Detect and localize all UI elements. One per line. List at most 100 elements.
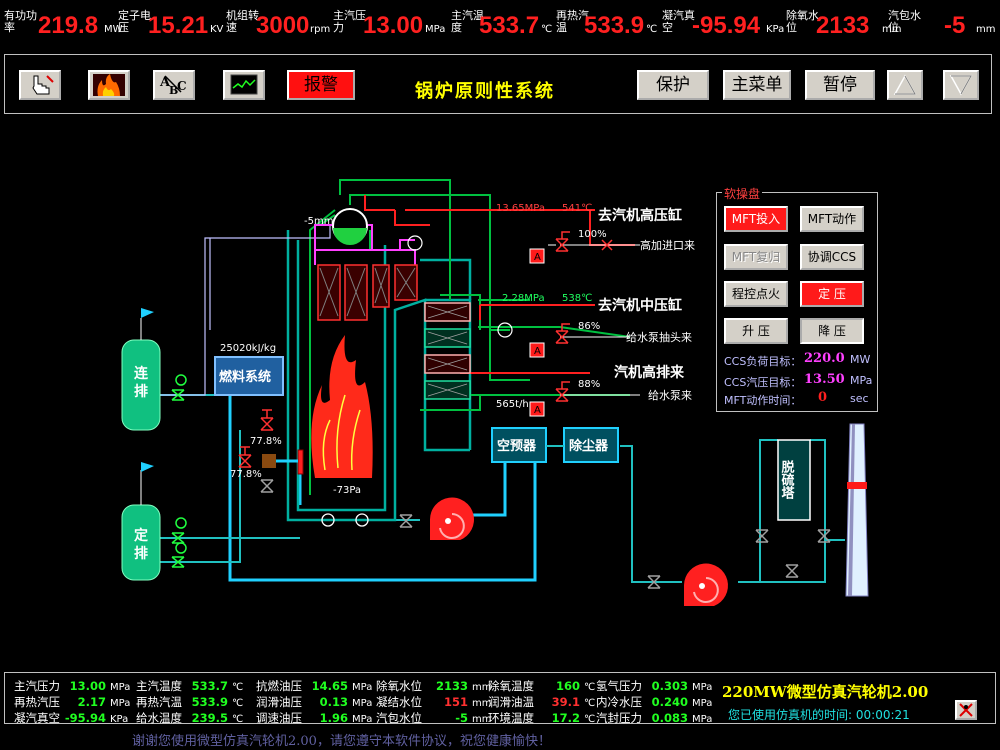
status-unit: ℃	[232, 682, 244, 693]
feedwater-tap-label: 给水泵抽头来	[626, 330, 692, 344]
exit-icon[interactable]	[955, 700, 977, 720]
metric-reheat-temp: 再热汽温 533.9 ℃	[556, 6, 662, 46]
feedwater-valve[interactable]	[555, 381, 570, 402]
status-value: 0.13	[319, 695, 348, 709]
arrow-up-icon[interactable]	[887, 70, 923, 100]
furnace-flame	[311, 335, 373, 478]
metric-unit: rpm	[310, 24, 331, 35]
status-label: 内冷水压	[596, 695, 642, 709]
top-metrics-bar: 有功功率 219.8 MW 定子电压 15.21 KV 机组转速 3000 rp…	[0, 0, 1000, 48]
induced-draft-fan	[684, 563, 728, 606]
metric-deaerator-level: 除氧水位 2133 mm	[786, 6, 901, 46]
status-cell: 抗燃油压 14.65 MPa	[256, 678, 372, 694]
status-label: 汽包水位	[376, 711, 422, 725]
status-value: -5	[455, 711, 468, 725]
protect-button[interactable]: 保护	[637, 70, 709, 100]
fixed-pressure-button[interactable]: 定 压	[800, 281, 864, 307]
status-unit: ℃	[584, 714, 596, 725]
status-unit: MPa	[352, 682, 373, 693]
status-label: 润滑油温	[488, 695, 534, 709]
metric-condenser-vacuum: 凝汽真空 -95.94 KPa	[662, 6, 786, 46]
alarm-button[interactable]: 报警	[287, 70, 355, 100]
hp-valve-pct: 100%	[578, 229, 607, 240]
mft-reset-button[interactable]: MFT复归	[724, 244, 788, 270]
status-cell: 汽包水位 -5 mm	[376, 710, 491, 726]
air-valve[interactable]	[260, 479, 274, 493]
status-cell: 主汽压力 13.00 MPa	[14, 678, 130, 694]
hp-heater-inlet-label: 高加进口来	[640, 238, 695, 252]
air-preheater-label: 空预器	[497, 438, 537, 454]
coord-ccs-button[interactable]: 协调CCS	[800, 244, 864, 270]
mft-time-label: MFT动作时间：	[724, 394, 802, 407]
abc-text-icon[interactable]: ABC	[153, 70, 195, 100]
status-value: 39.1	[551, 695, 580, 709]
periodic-blowdown-tank	[121, 462, 161, 581]
mft-act-button[interactable]: MFT动作	[800, 206, 864, 232]
status-value: 0.240	[651, 695, 688, 709]
status-label: 汽封压力	[596, 711, 642, 725]
forced-draft-fan	[429, 497, 474, 540]
status-label: 调速油压	[256, 711, 302, 725]
reheat-spray-pct: 86%	[578, 321, 600, 332]
use-time-value: 00:00:21	[855, 708, 910, 722]
ccs-press-unit: MPa	[850, 374, 873, 387]
metric-label: 定子电压	[118, 9, 151, 34]
status-unit: MPa	[352, 714, 373, 725]
bypass-damper[interactable]	[785, 564, 799, 578]
reheat-pressure-label: 2.28MPa	[502, 293, 545, 304]
burner-nozzle	[297, 449, 304, 475]
status-unit: MPa	[352, 698, 373, 709]
chimney	[845, 423, 869, 597]
pause-button[interactable]: 暂停	[805, 70, 875, 100]
status-value: 2133	[435, 679, 468, 693]
auto-tag-1[interactable]: A	[529, 248, 545, 264]
status-label: 凝汽真空	[14, 711, 60, 725]
feedwater-flow-label: 565t/h	[496, 399, 529, 410]
reheat-temp-label: 538℃	[562, 293, 592, 304]
metric-value: -95.94	[692, 12, 761, 39]
drum-level-label: -5mm	[304, 216, 333, 227]
status-value: 533.9	[191, 695, 228, 709]
trend-monitor-icon[interactable]	[223, 70, 265, 100]
steam-drum	[332, 208, 368, 245]
fuel-valve1-pct: 77.8%	[250, 436, 282, 447]
raise-pressure-button[interactable]: 升 压	[724, 318, 788, 344]
fuel-valve-1[interactable]	[260, 409, 274, 431]
status-cell: 调速油压 1.96 MPa	[256, 710, 372, 726]
status-value: 1.96	[319, 711, 348, 725]
metric-unit: KV	[210, 24, 224, 35]
use-time-label: 您已使用仿真机的时间:	[728, 708, 853, 722]
fgd-inlet-damper[interactable]	[755, 529, 769, 543]
status-label: 主汽压力	[14, 679, 60, 693]
ccs-load-value[interactable]: 220.0	[804, 351, 845, 366]
ccs-load-label: CCS负荷目标：	[724, 355, 802, 368]
metric-unit-speed: 机组转速 3000 rpm	[226, 6, 336, 46]
ccs-load-unit: MW	[850, 353, 871, 366]
status-label: 环境温度	[488, 711, 534, 725]
metric-label: 汽包水位	[888, 9, 921, 34]
arrow-down-icon[interactable]	[943, 70, 979, 100]
fire-icon[interactable]	[88, 70, 130, 100]
air-duct-left	[228, 394, 537, 582]
status-cell: 给水温度 239.5 ℃	[136, 710, 243, 726]
status-unit: KPa	[110, 714, 129, 725]
status-label: 除氧水位	[376, 679, 422, 693]
metric-unit: ℃	[541, 24, 553, 35]
product-brand: 220MW微型仿真汽轮机2.00	[722, 683, 929, 701]
prog-ignite-button[interactable]: 程控点火	[724, 281, 788, 307]
main-steam-valve[interactable]	[555, 231, 570, 252]
lower-pressure-button[interactable]: 降 压	[800, 318, 864, 344]
status-unit: MPa	[692, 714, 713, 725]
auto-tag-2[interactable]: A	[529, 342, 545, 358]
mft-on-button[interactable]: MFT投入	[724, 206, 788, 232]
status-cell: 环境温度 17.2 ℃	[488, 710, 595, 726]
status-cell: 再热汽压 2.17 MPa	[14, 694, 130, 710]
auto-tag-3[interactable]: A	[529, 401, 545, 417]
metric-value: -5	[944, 12, 966, 39]
fuel-heat-label: 25020kJ/kg	[220, 343, 276, 354]
operator-hand-icon[interactable]	[19, 70, 61, 100]
status-value: -95.94	[64, 711, 106, 725]
ccs-press-value[interactable]: 13.50	[804, 372, 845, 387]
metric-unit: MPa	[425, 24, 446, 35]
main-menu-button[interactable]: 主菜单	[723, 70, 791, 100]
